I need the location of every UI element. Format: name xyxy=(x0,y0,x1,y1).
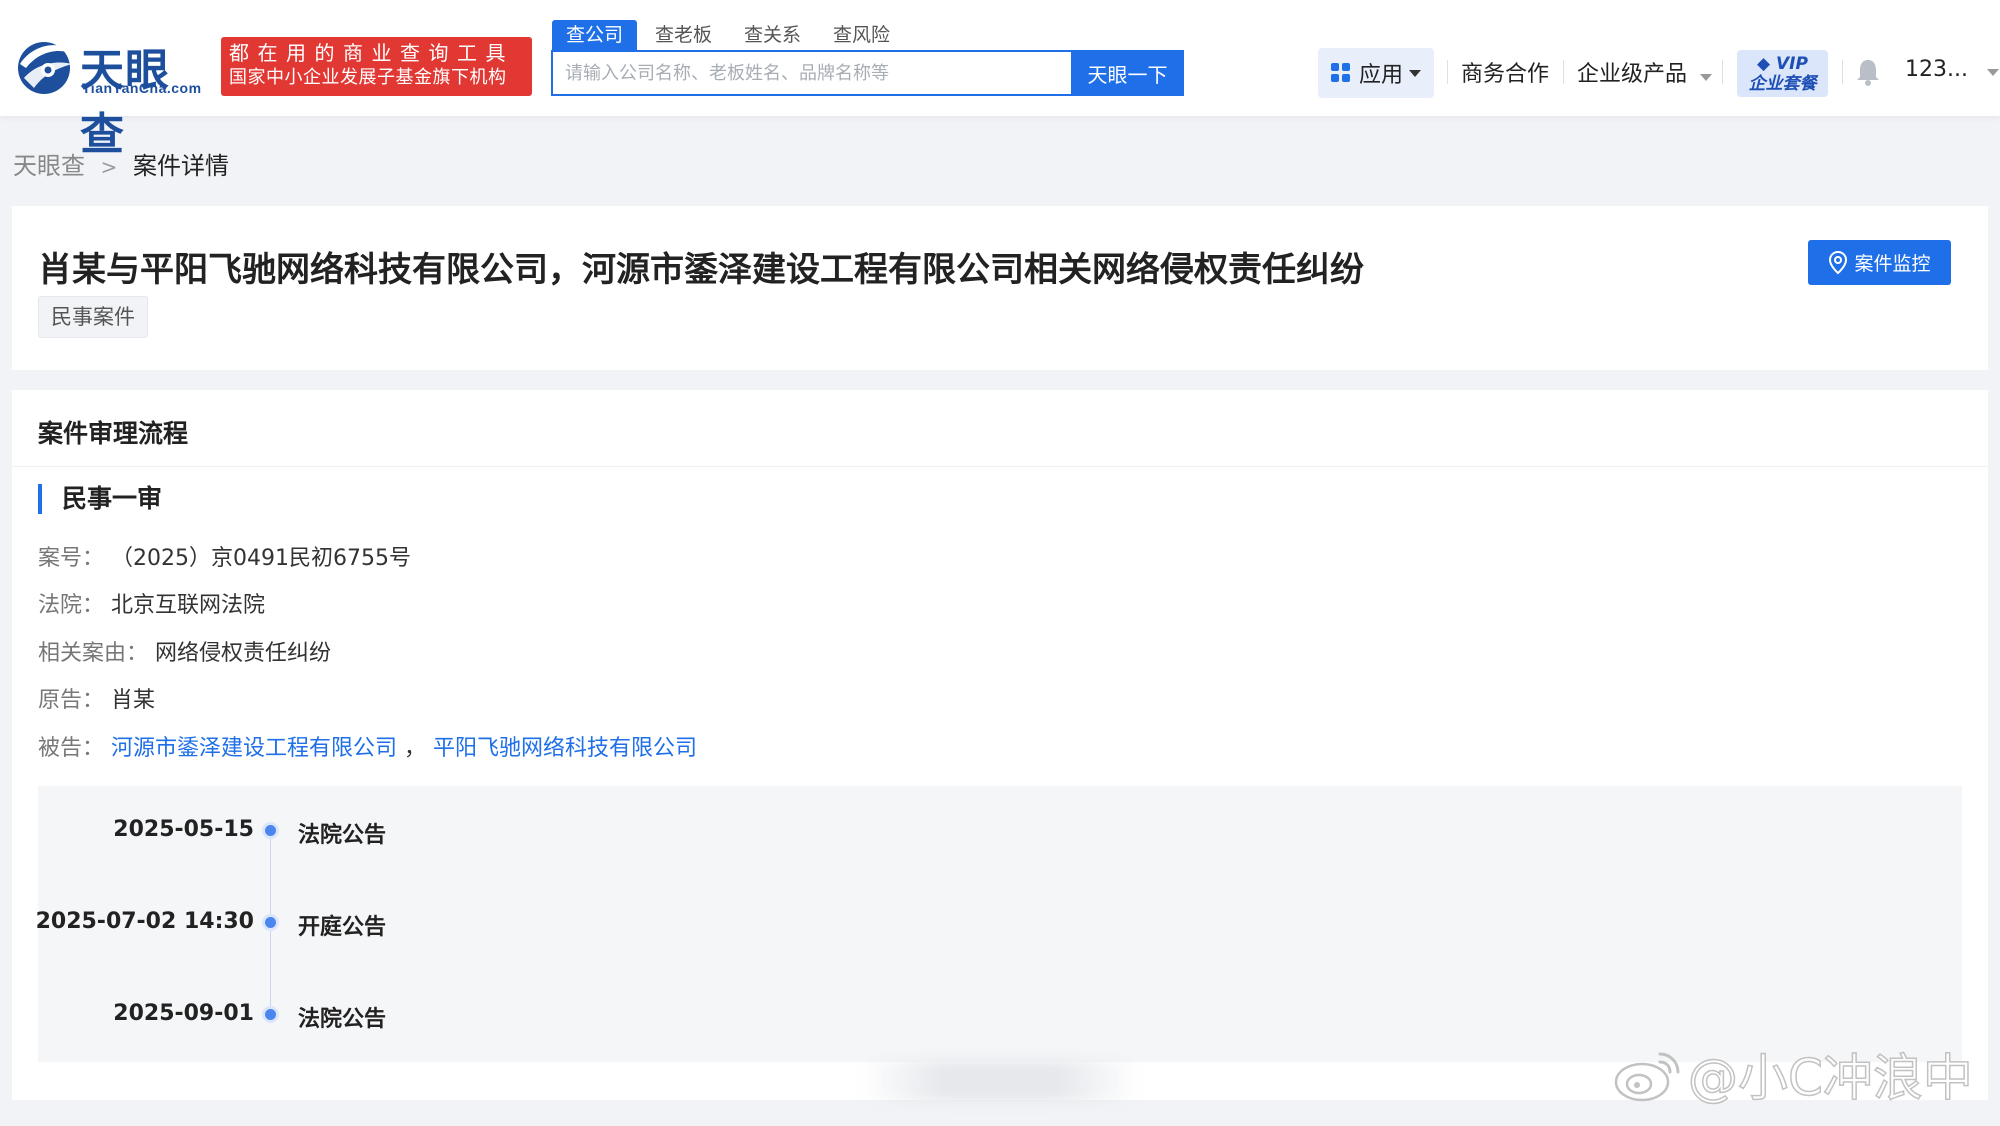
timeline-date: 2025-07-02 14:30 xyxy=(35,909,254,934)
cause-value: 网络侵权责任纠纷 xyxy=(155,641,332,666)
timeline-event[interactable]: 法院公告 xyxy=(298,1001,386,1033)
case-number-row: 案号： （2025）京0491民初6755号 xyxy=(38,540,411,572)
tab-company[interactable]: 查公司 xyxy=(552,20,638,50)
bell-icon[interactable] xyxy=(1856,58,1880,86)
search-button[interactable]: 天眼一下 xyxy=(1071,50,1184,96)
weibo-watermark: @小C冲浪中 xyxy=(1612,1044,1974,1108)
vip-label: ◆ VIP xyxy=(1757,54,1808,74)
timeline-event[interactable]: 开庭公告 xyxy=(298,909,386,941)
tab-relation[interactable]: 查关系 xyxy=(730,20,815,50)
plaintiff-row: 原告： 肖某 xyxy=(38,682,155,714)
chevron-down-icon xyxy=(1986,69,1999,76)
case-type-tag: 民事案件 xyxy=(38,296,148,338)
timeline-event[interactable]: 法院公告 xyxy=(298,817,386,849)
timeline: 2025-05-15 法院公告 2025-07-02 14:30 开庭公告 20… xyxy=(35,786,1962,1062)
plaintiff-label: 原告： xyxy=(38,688,105,713)
enterprise-products-menu[interactable]: 企业级产品 xyxy=(1577,56,1713,88)
breadcrumb: 天眼查 > 案件详情 xyxy=(13,146,229,181)
timeline-date: 2025-05-15 xyxy=(113,817,254,842)
vip-package-label: 企业套餐 xyxy=(1748,74,1817,94)
cause-label: 相关案由： xyxy=(38,641,149,666)
trial-stage-title: 民事一审 xyxy=(38,484,162,514)
slogan-line-2: 国家中小企业发展子基金旗下机构 xyxy=(229,67,507,88)
user-name: 123... xyxy=(1905,57,1968,82)
defendant-row: 被告： 河源市鋈泽建设工程有限公司 ， 平阳飞驰网络科技有限公司 xyxy=(38,730,697,762)
plaintiff-value: 肖某 xyxy=(111,688,156,713)
apps-grid-icon xyxy=(1330,63,1351,83)
case-monitor-button[interactable]: 案件监控 xyxy=(1808,240,1951,285)
nav-divider xyxy=(1722,60,1723,84)
tab-boss[interactable]: 查老板 xyxy=(641,20,726,50)
chevron-down-icon xyxy=(1409,69,1421,77)
breadcrumb-home[interactable]: 天眼查 xyxy=(13,152,85,180)
eye-logo-icon xyxy=(18,42,74,94)
timeline-item: 2025-07-02 14:30 开庭公告 xyxy=(35,909,638,941)
nav-divider xyxy=(1447,60,1448,84)
timeline-date: 2025-09-01 xyxy=(113,1001,254,1026)
court-value: 北京互联网法院 xyxy=(111,593,266,618)
apps-menu-button[interactable]: 应用 xyxy=(1318,48,1434,98)
court-row: 法院： 北京互联网法院 xyxy=(38,587,265,619)
case-title-card: 肖某与平阳飞驰网络科技有限公司，河源市鋈泽建设工程有限公司相关网络侵权责任纠纷 … xyxy=(12,206,1988,370)
breadcrumb-separator-icon: > xyxy=(100,155,118,179)
case-title: 肖某与平阳飞驰网络科技有限公司，河源市鋈泽建设工程有限公司相关网络侵权责任纠纷 xyxy=(38,250,1364,290)
defendant-link-1[interactable]: 河源市鋈泽建设工程有限公司 xyxy=(111,736,397,761)
watermark-text: @小C冲浪中 xyxy=(1687,1048,1973,1108)
top-header: 天眼查 TianYanCha.com 都在用的商业查询工具 国家中小企业发展子基… xyxy=(0,0,2000,160)
cause-row: 相关案由： 网络侵权责任纠纷 xyxy=(38,635,331,667)
breadcrumb-current: 案件详情 xyxy=(133,152,230,180)
weibo-logo-icon xyxy=(1614,1052,1680,1102)
timeline-dot-icon xyxy=(265,1009,276,1020)
case-monitor-label: 案件监控 xyxy=(1854,253,1931,275)
section-title: 案件审理流程 xyxy=(38,419,189,448)
business-coop-link[interactable]: 商务合作 xyxy=(1461,56,1549,88)
chevron-down-icon xyxy=(1700,74,1713,81)
defendant-link-2[interactable]: 平阳飞驰网络科技有限公司 xyxy=(433,736,697,761)
timeline-dot-icon xyxy=(265,825,276,836)
user-menu[interactable]: 123... xyxy=(1905,57,1999,82)
case-process-card: 案件审理流程 民事一审 案号： （2025）京0491民初6755号 法院： 北… xyxy=(12,390,1988,1100)
section-divider xyxy=(12,466,1988,467)
case-number-label: 案号： xyxy=(38,546,105,571)
apps-label: 应用 xyxy=(1358,63,1403,88)
nav-divider xyxy=(1842,60,1843,84)
search-input[interactable] xyxy=(553,52,1071,94)
slogan-banner: 都在用的商业查询工具 国家中小企业发展子基金旗下机构 xyxy=(221,37,532,96)
enterprise-products-label: 企业级产品 xyxy=(1577,62,1688,87)
diamond-icon: ◆ xyxy=(1757,54,1771,74)
vip-enterprise-package[interactable]: ◆ VIP 企业套餐 xyxy=(1737,50,1828,97)
case-number-value: （2025）京0491民初6755号 xyxy=(111,546,411,571)
timeline-item: 2025-05-15 法院公告 xyxy=(38,817,638,849)
slogan-line-1: 都在用的商业查询工具 xyxy=(229,41,514,65)
timeline-item: 2025-09-01 法院公告 xyxy=(38,1001,638,1033)
nav-divider xyxy=(1563,60,1564,84)
defendant-separator: ， xyxy=(404,736,427,761)
court-label: 法院： xyxy=(38,593,105,618)
defendant-label: 被告： xyxy=(38,736,105,761)
location-pin-icon xyxy=(1829,250,1848,274)
search-box xyxy=(551,50,1071,96)
tianyancha-logo[interactable]: 天眼查 TianYanCha.com xyxy=(12,34,212,160)
logo-text-en: TianYanCha.com xyxy=(82,80,202,96)
blurred-region xyxy=(860,1060,1140,1102)
logo-text-cn: 天眼查 xyxy=(80,45,170,160)
tab-risk[interactable]: 查风险 xyxy=(819,20,904,50)
search-tabs: 查公司 查老板 查关系 查风险 xyxy=(552,20,908,50)
timeline-dot-icon xyxy=(265,917,276,928)
